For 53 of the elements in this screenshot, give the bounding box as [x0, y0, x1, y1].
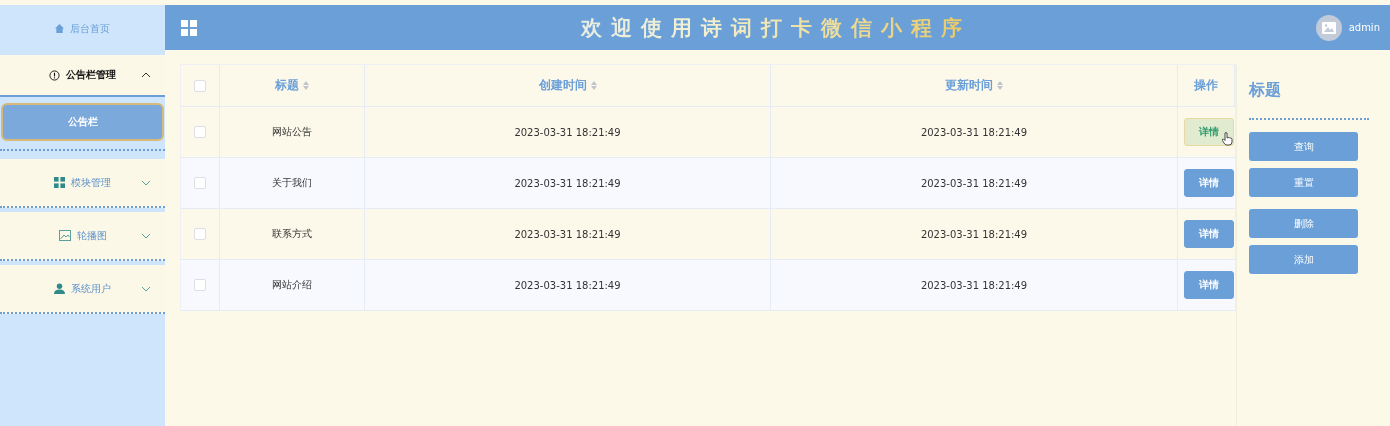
- chevron-down-icon: [141, 179, 151, 186]
- table-cell: 2023-03-31 18:21:49: [365, 260, 771, 310]
- row-checkbox[interactable]: [194, 279, 206, 292]
- info-icon: [49, 69, 60, 81]
- detail-button[interactable]: 详情: [1184, 169, 1234, 198]
- table-cell: 2023-03-31 18:21:49: [771, 209, 1178, 260]
- column-header: 操作: [1178, 65, 1235, 107]
- action-button[interactable]: 重置: [1249, 168, 1358, 197]
- image-icon: [1321, 21, 1336, 34]
- username: admin: [1348, 22, 1380, 33]
- column-header[interactable]: 标题: [220, 65, 365, 107]
- menu-item[interactable]: 模块管理: [0, 159, 165, 208]
- sort-icon: [590, 81, 597, 91]
- home-menu-item[interactable]: 后台首页: [0, 5, 165, 52]
- chevron-up-icon: [141, 72, 151, 78]
- menu-item[interactable]: 系统用户: [0, 265, 165, 314]
- row-checkbox[interactable]: [194, 228, 206, 241]
- table-cell: 关于我们: [220, 158, 365, 209]
- table-cell: 2023-03-31 18:21:49: [365, 107, 771, 158]
- table-cell: 2023-03-31 18:21:49: [771, 158, 1178, 209]
- chevron-down-icon: [141, 232, 151, 239]
- action-button[interactable]: 添加: [1249, 245, 1358, 274]
- row-checkbox[interactable]: [194, 126, 206, 139]
- column-header[interactable]: 更新时间: [771, 65, 1178, 107]
- table-cell: 2023-03-31 18:21:49: [771, 260, 1178, 310]
- detail-button[interactable]: 详情: [1184, 220, 1234, 249]
- action-button[interactable]: 删除: [1249, 209, 1358, 238]
- table-cell: 网站公告: [220, 107, 365, 158]
- table-cell: 联系方式: [220, 209, 365, 260]
- panel-title: 标题: [1249, 80, 1282, 101]
- home-icon: [55, 24, 64, 33]
- avatar[interactable]: [1315, 14, 1342, 41]
- detail-button[interactable]: 详情: [1184, 271, 1234, 300]
- column-header[interactable]: 创建时间: [365, 65, 771, 107]
- sort-icon: [303, 81, 309, 91]
- user-icon: [54, 283, 65, 294]
- grid-icon: [54, 177, 65, 188]
- menu-item[interactable]: 轮播图: [0, 212, 165, 261]
- menu-icon[interactable]: [181, 19, 197, 36]
- image-icon: [58, 230, 71, 241]
- row-checkbox[interactable]: [194, 177, 206, 190]
- table-cell: 2023-03-31 18:21:49: [365, 209, 771, 260]
- chevron-down-icon: [141, 285, 151, 292]
- select-all-checkbox[interactable]: [194, 79, 206, 92]
- hand-cursor-icon: [1222, 132, 1233, 147]
- table-cell: 网站介绍: [220, 260, 365, 310]
- action-button[interactable]: 查询: [1249, 132, 1358, 161]
- detail-button[interactable]: 详情: [1184, 118, 1234, 147]
- submenu-item[interactable]: 公告栏: [1, 103, 164, 141]
- table-cell: 2023-03-31 18:21:49: [365, 158, 771, 209]
- sort-icon: [997, 81, 1003, 91]
- table-cell: 2023-03-31 18:21:49: [771, 107, 1178, 158]
- menu-item[interactable]: 公告栏管理: [0, 55, 165, 97]
